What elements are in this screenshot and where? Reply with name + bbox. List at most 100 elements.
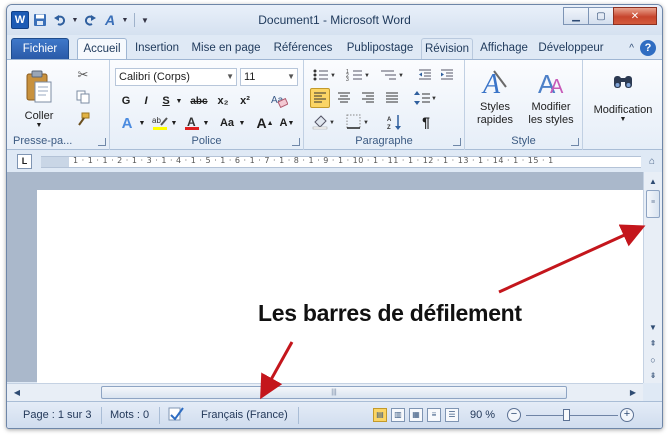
scroll-down-icon[interactable]: ▼ [644, 320, 662, 336]
highlight-color-button[interactable]: ab [150, 114, 170, 132]
tab-accueil[interactable]: Accueil [77, 38, 127, 60]
align-center-button[interactable] [334, 88, 354, 108]
tab-references[interactable]: Références [269, 38, 337, 59]
tab-insertion[interactable]: Insertion [129, 38, 185, 59]
vertical-scrollbar[interactable]: ▲ ≡ ▼ ⇞ ○ ⇟ [643, 172, 662, 383]
horizontal-ruler[interactable]: 1 · 1 · 1 · 2 · 1 · 3 · 1 · 4 · 1 · 5 · … [41, 156, 641, 168]
style-launcher-icon[interactable] [571, 138, 579, 146]
multilevel-list-button[interactable]: ▼ [378, 66, 406, 84]
editing-dropdown-icon[interactable]: ▼ [620, 116, 627, 123]
editing-button[interactable]: Modification ▼ [587, 64, 659, 130]
align-left-button[interactable] [310, 88, 330, 108]
increase-indent-icon[interactable] [438, 66, 456, 84]
scroll-left-icon[interactable]: ◀ [9, 384, 25, 401]
clipboard-launcher-icon[interactable] [98, 138, 106, 146]
next-page-icon[interactable]: ⇟ [644, 368, 662, 384]
web-layout-view-icon[interactable]: ▦ [409, 408, 423, 422]
grow-font-button[interactable]: A ▲ [256, 114, 274, 132]
tab-developpeur[interactable]: Développeur [535, 38, 607, 59]
horizontal-scroll-thumb[interactable]: ||| [101, 386, 567, 399]
underline-button[interactable]: S [158, 92, 174, 110]
font-launcher-icon[interactable] [292, 138, 300, 146]
zoom-in-icon[interactable]: + [620, 408, 634, 422]
align-right-button[interactable] [358, 88, 378, 108]
superscript-button[interactable]: x² [236, 92, 254, 110]
font-size-combo[interactable]: 11 ▼ [240, 68, 298, 86]
language-status[interactable]: Français (France) [201, 409, 288, 421]
page-count-status[interactable]: Page : 1 sur 3 [23, 409, 92, 421]
vertical-scroll-thumb[interactable]: ≡ [646, 190, 660, 218]
horizontal-scrollbar[interactable]: ◀ ||| ▶ [7, 383, 643, 401]
minimize-ribbon-icon[interactable]: ^ [629, 43, 634, 54]
strikethrough-button[interactable]: abc [188, 92, 210, 110]
tab-mise-en-page[interactable]: Mise en page [187, 38, 265, 59]
font-name-combo[interactable]: Calibri (Corps) ▼ [115, 68, 237, 86]
maximize-icon[interactable]: ▢ [588, 7, 614, 25]
status-separator [159, 407, 160, 424]
minimize-icon[interactable]: ▁ [563, 7, 589, 25]
print-layout-view-icon[interactable]: ▤ [373, 408, 387, 422]
line-spacing-button[interactable]: ▼ [412, 88, 438, 108]
sort-button[interactable]: AZ [384, 112, 406, 132]
outline-view-icon[interactable]: ≡ [427, 408, 441, 422]
borders-button[interactable]: ▼ [344, 112, 372, 132]
previous-page-icon[interactable]: ⇞ [644, 336, 662, 352]
word-count-status[interactable]: Mots : 0 [110, 409, 149, 421]
tab-selector-button[interactable]: L [17, 154, 32, 169]
format-painter-icon[interactable] [73, 110, 93, 128]
zoom-slider-knob[interactable] [562, 409, 570, 421]
proofing-status-icon[interactable] [167, 406, 185, 425]
bullets-button[interactable]: ▼ [310, 66, 338, 84]
font-name-dropdown-icon[interactable]: ▼ [226, 69, 234, 85]
font-size-dropdown-icon[interactable]: ▼ [287, 69, 295, 85]
editing-label: Modification [593, 103, 653, 116]
document-page[interactable] [37, 190, 643, 383]
tab-affichage[interactable]: Affichage [477, 38, 531, 59]
copy-icon[interactable] [73, 88, 93, 106]
text-effects-button[interactable]: A [116, 114, 138, 132]
ruler-numbers: 1 · 1 · 1 · 2 · 1 · 3 · 1 · 4 · 1 · 5 · … [73, 156, 554, 165]
tab-revision[interactable]: Révision [421, 38, 473, 59]
cut-icon[interactable]: ✂ [73, 66, 93, 84]
change-styles-button[interactable]: A A Modifier les styles [523, 64, 579, 130]
clear-formatting-icon[interactable]: Aa [268, 90, 290, 110]
font-color-button[interactable]: A [182, 114, 202, 132]
shrink-font-button[interactable]: A ▼ [278, 114, 296, 132]
close-icon[interactable]: ✕ [613, 7, 657, 25]
help-icon[interactable]: ? [640, 40, 656, 56]
subscript-button[interactable]: x₂ [214, 92, 232, 110]
numbering-button[interactable]: 1 2 3 ▼ [344, 66, 372, 84]
underline-dropdown-icon[interactable]: ▼ [174, 92, 184, 110]
quick-styles-button[interactable]: A Styles rapides [469, 64, 521, 130]
draft-view-icon[interactable]: ☰ [445, 408, 459, 422]
show-formatting-marks-button[interactable]: ¶ [416, 112, 436, 132]
change-styles-label: Modifier les styles [528, 101, 574, 126]
text-effects-dropdown-icon[interactable]: ▼ [138, 114, 146, 132]
scroll-right-icon[interactable]: ▶ [625, 384, 641, 401]
browse-object-icon[interactable]: ○ [644, 352, 662, 368]
tab-fichier[interactable]: Fichier [11, 38, 69, 59]
bold-button[interactable]: G [118, 92, 134, 110]
highlight-dropdown-icon[interactable]: ▼ [170, 114, 178, 132]
paragraph-launcher-icon[interactable] [453, 138, 461, 146]
justify-button[interactable] [382, 88, 402, 108]
ribbon: Coller ▼ ✂ Presse-pa... Calibri (Corps) … [7, 59, 662, 150]
zoom-level[interactable]: 90 % [470, 409, 495, 421]
italic-button[interactable]: I [138, 92, 154, 110]
change-case-button[interactable]: Aa [216, 114, 238, 132]
change-case-dropdown-icon[interactable]: ▼ [238, 114, 246, 132]
font-color-dropdown-icon[interactable]: ▼ [202, 114, 210, 132]
ruler-row: L 1 · 1 · 1 · 2 · 1 · 3 · 1 · 4 · 1 · 5 … [7, 150, 662, 172]
view-ruler-icon[interactable]: ⌂ [645, 154, 659, 170]
quick-styles-label: Styles rapides [476, 101, 514, 126]
tab-publipostage[interactable]: Publipostage [341, 38, 419, 59]
full-screen-reading-view-icon[interactable]: ▥ [391, 408, 405, 422]
zoom-out-icon[interactable]: − [507, 408, 521, 422]
paste-dropdown-icon[interactable]: ▼ [36, 122, 43, 129]
scroll-up-icon[interactable]: ▲ [644, 174, 662, 190]
svg-text:▼: ▼ [330, 73, 336, 79]
zoom-slider[interactable] [526, 415, 618, 416]
shading-button[interactable]: ▼ [310, 112, 338, 132]
paste-button[interactable]: Coller ▼ [21, 66, 57, 132]
decrease-indent-icon[interactable] [416, 66, 434, 84]
